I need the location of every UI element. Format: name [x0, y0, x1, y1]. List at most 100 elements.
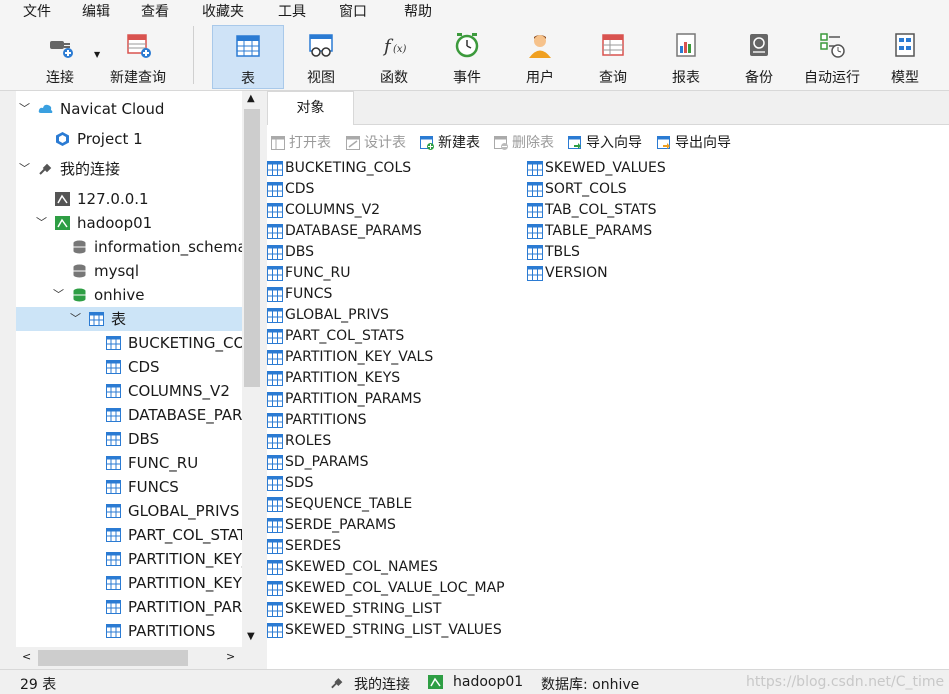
- event-button[interactable]: 事件: [436, 25, 498, 89]
- function-icon: f (x): [382, 36, 407, 57]
- menu-view[interactable]: 查看: [141, 1, 169, 21]
- auto-run-icon: [820, 33, 845, 58]
- tree-item-table[interactable]: DATABASE_PARAMS: [16, 403, 242, 427]
- tree-item-db-onhive[interactable]: ﹀ onhive: [16, 283, 242, 307]
- chevron-down-icon[interactable]: ﹀: [53, 283, 64, 307]
- tree-item-connection-local[interactable]: 127.0.0.1: [16, 187, 242, 211]
- view-button[interactable]: 视图: [290, 25, 352, 89]
- model-button[interactable]: 模型: [874, 25, 936, 89]
- scroll-left-icon[interactable]: <: [22, 650, 31, 663]
- new-table-icon: [420, 136, 434, 150]
- table-icon: [267, 308, 283, 323]
- tree-item-table[interactable]: PARTITION_KEY_VALS: [16, 547, 242, 571]
- table-icon: [106, 576, 121, 590]
- table-icon: [267, 350, 283, 365]
- table-icon: [106, 432, 121, 446]
- tree-item-connection-hadoop01[interactable]: ﹀ hadoop01: [16, 211, 242, 235]
- auto-run-button[interactable]: 自动运行: [797, 25, 867, 89]
- project-icon: [56, 132, 69, 146]
- tree-item-table[interactable]: PARTITION_PARAMS: [16, 595, 242, 619]
- tree-item-table[interactable]: COLUMNS_V2: [16, 379, 242, 403]
- table-icon: [106, 408, 121, 422]
- tree-item-table[interactable]: DBS: [16, 427, 242, 451]
- scrollbar-thumb[interactable]: [38, 650, 188, 666]
- query-icon: [602, 34, 624, 56]
- tree-item-table[interactable]: PARTITION_KEYS: [16, 571, 242, 595]
- menu-favorites[interactable]: 收藏夹: [202, 1, 244, 21]
- tree-item-table[interactable]: FUNCS: [16, 475, 242, 499]
- tree-item-db-information-schema[interactable]: information_schema: [16, 235, 242, 259]
- export-icon: [657, 136, 670, 149]
- scrollbar-thumb[interactable]: [244, 109, 260, 387]
- table-icon: [267, 392, 283, 407]
- tree-item-my-connections[interactable]: ﹀ 我的连接: [16, 157, 242, 181]
- new-query-button[interactable]: 新建查询: [104, 25, 172, 89]
- table-icon: [267, 539, 283, 554]
- table-button[interactable]: 表: [212, 25, 284, 89]
- tree-item-db-mysql[interactable]: mysql: [16, 259, 242, 283]
- tree-item-table[interactable]: PARTITIONS: [16, 619, 242, 643]
- table-icon: [106, 624, 121, 638]
- table-icon: [267, 266, 283, 281]
- tree-item-table[interactable]: PART_COL_STATS: [16, 523, 242, 547]
- tree-horizontal-scrollbar[interactable]: < >: [16, 647, 262, 669]
- chevron-down-icon[interactable]: ﹀: [70, 307, 81, 331]
- chevron-down-icon[interactable]: ﹀: [19, 97, 30, 121]
- tree-item-table[interactable]: CDS: [16, 355, 242, 379]
- view-icon: [309, 34, 333, 57]
- menu-edit[interactable]: 编辑: [82, 1, 110, 21]
- connect-button[interactable]: 连接: [30, 25, 90, 89]
- table-icon: [267, 371, 283, 386]
- plug-icon: [50, 41, 73, 58]
- database-icon: [73, 240, 86, 254]
- tree-item-table[interactable]: GLOBAL_PRIVS: [16, 499, 242, 523]
- table-icon: [106, 504, 121, 518]
- connect-dropdown-icon[interactable]: ▼: [94, 50, 100, 59]
- tree-item-project[interactable]: Project 1: [16, 127, 242, 151]
- chevron-down-icon[interactable]: ﹀: [36, 211, 47, 235]
- mysql-connection-icon: [55, 192, 70, 206]
- menu-bar: 文件 编辑 查看 收藏夹 工具 窗口 帮助: [0, 0, 949, 20]
- object-toolbar: 打开表 设计表 新建表 删除表 导入向导 导出向导: [267, 125, 949, 158]
- report-button[interactable]: 报表: [655, 25, 717, 89]
- table-icon: [267, 602, 283, 617]
- user-button[interactable]: 用户: [509, 25, 571, 89]
- tree-item-navicat-cloud[interactable]: ﹀ Navicat Cloud: [16, 97, 242, 121]
- table-icon: [106, 384, 121, 398]
- plug-icon: [331, 678, 343, 689]
- table-icon: [267, 329, 283, 344]
- watermark: https://blog.csdn.net/C_time: [746, 674, 945, 690]
- table-icon: [267, 623, 283, 638]
- connection-tree[interactable]: ﹀ Navicat Cloud Project 1 ﹀ 我的连接 127.0.0…: [16, 91, 242, 669]
- menu-file[interactable]: 文件: [23, 1, 51, 21]
- table-icon: [527, 203, 543, 218]
- table-icon: [527, 161, 543, 176]
- user-icon: [529, 35, 551, 58]
- chevron-down-icon[interactable]: ﹀: [19, 157, 30, 181]
- table-icon: [267, 413, 283, 428]
- table-icon: [267, 560, 283, 575]
- table-icon: [267, 182, 283, 197]
- backup-button[interactable]: 备份: [728, 25, 790, 89]
- tree-item-table[interactable]: FUNC_RU: [16, 451, 242, 475]
- menu-help[interactable]: 帮助: [404, 1, 432, 21]
- tree-item-tables-node[interactable]: ﹀ 表: [16, 307, 242, 331]
- plug-icon: [39, 163, 52, 175]
- menu-window[interactable]: 窗口: [339, 1, 367, 21]
- tree-vertical-scrollbar[interactable]: ▲ ▼: [242, 91, 262, 647]
- function-button[interactable]: f (x) 函数: [363, 25, 425, 89]
- table-icon: [106, 552, 121, 566]
- delete-table-icon: [494, 136, 508, 150]
- query-button[interactable]: 查询: [582, 25, 644, 89]
- tab-objects[interactable]: 对象: [267, 91, 354, 125]
- menu-tools[interactable]: 工具: [278, 1, 306, 21]
- table-icon: [89, 312, 104, 326]
- status-server: hadoop01: [453, 674, 524, 690]
- table-icon: [106, 360, 121, 374]
- object-list[interactable]: BUCKETING_COLS CDS COLUMNS_V2 DATABASE_P…: [267, 158, 949, 669]
- table-icon: [106, 480, 121, 494]
- scroll-right-icon[interactable]: >: [226, 650, 235, 663]
- scroll-up-icon[interactable]: ▲: [247, 93, 255, 104]
- scroll-down-icon[interactable]: ▼: [247, 631, 255, 642]
- tree-item-table[interactable]: BUCKETING_COLS: [16, 331, 242, 355]
